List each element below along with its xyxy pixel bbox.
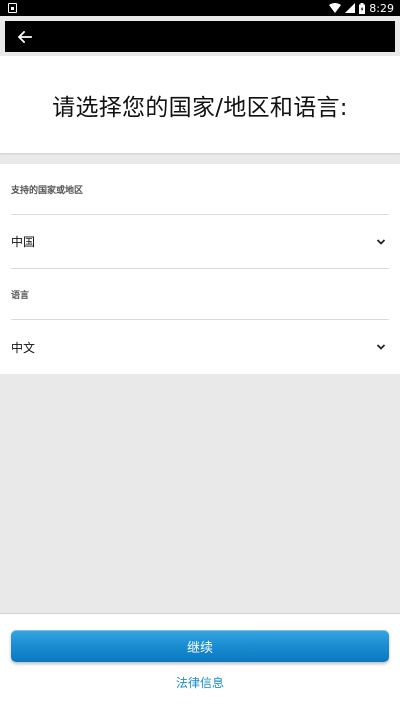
language-select[interactable]: 中文 — [11, 320, 389, 374]
title-card: 请选择您的国家/地区和语言: — [0, 56, 400, 153]
country-select[interactable]: 中国 — [11, 215, 389, 269]
app-bar — [5, 21, 395, 52]
screen: 8:29 请选择您的国家/地区和语言: 支持的国家或地区 中国 语言 中文 继续 — [0, 0, 400, 710]
battery-icon — [359, 2, 366, 14]
language-value: 中文 — [11, 340, 36, 355]
chevron-down-icon — [376, 238, 386, 245]
back-arrow-icon — [18, 30, 32, 43]
notification-icon — [8, 3, 17, 13]
continue-button[interactable]: 继续 — [11, 630, 389, 662]
chevron-down-icon — [376, 344, 386, 350]
status-clock: 8:29 — [369, 1, 394, 15]
country-label: 支持的国家或地区 — [11, 164, 389, 215]
signal-icon — [345, 3, 356, 13]
legal-info-link[interactable]: 法律信息 — [0, 674, 400, 691]
country-value: 中国 — [11, 235, 36, 249]
wifi-icon — [329, 3, 342, 13]
status-bar: 8:29 — [0, 0, 400, 16]
footer: 继续 法律信息 — [0, 613, 400, 710]
back-button[interactable] — [16, 28, 34, 46]
selection-form: 支持的国家或地区 中国 语言 中文 — [0, 164, 400, 374]
page-title: 请选择您的国家/地区和语言: — [52, 94, 348, 121]
language-label: 语言 — [11, 269, 389, 320]
